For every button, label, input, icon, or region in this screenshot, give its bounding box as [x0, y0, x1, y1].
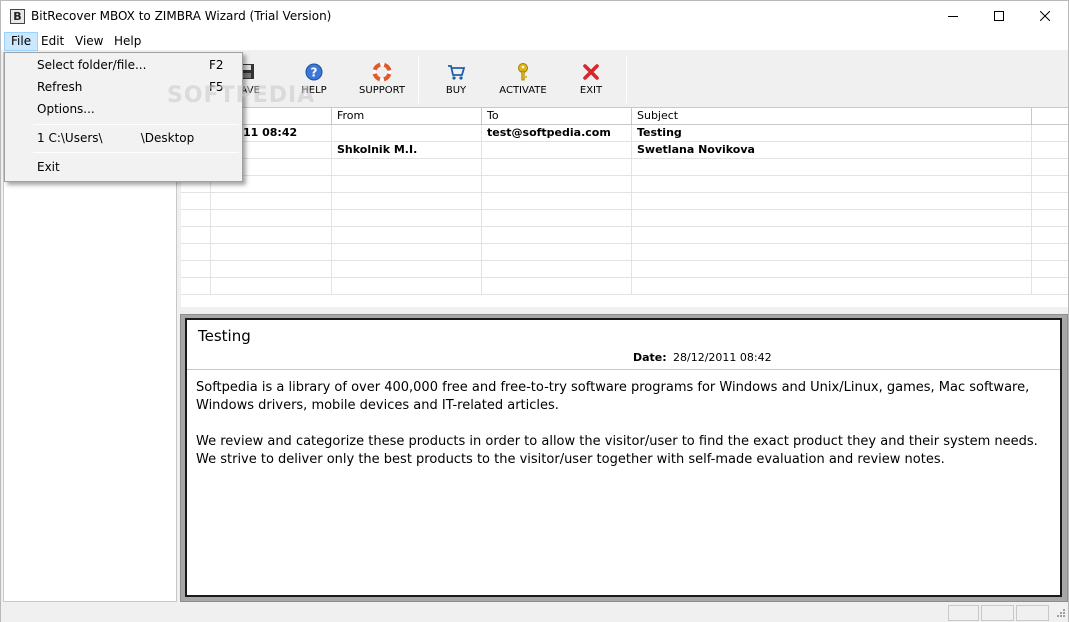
- menu-bar: File Edit View Help: [1, 31, 1068, 51]
- exit-button[interactable]: EXIT: [571, 62, 611, 102]
- toolbar-separator: [418, 55, 419, 103]
- preview-body: Softpedia is a library of over 400,000 f…: [196, 379, 1056, 487]
- buy-label: BUY: [445, 85, 467, 96]
- menu-item-select-folder[interactable]: Select folder/file... F2: [5, 54, 242, 76]
- preview-body-paragraph: Softpedia is a library of over 400,000 f…: [196, 380, 1030, 413]
- row-from-cell: [332, 125, 482, 142]
- status-panel: [1016, 605, 1049, 621]
- menu-item-refresh[interactable]: Refresh F5: [5, 76, 242, 98]
- menu-item-exit[interactable]: Exit: [5, 156, 242, 178]
- row-subject-cell: Testing: [632, 125, 1032, 142]
- toolbar-separator: [626, 55, 627, 103]
- row-from-cell: Shkolnik M.I.: [332, 142, 482, 159]
- svg-text:?: ?: [311, 66, 318, 80]
- status-bar: [1, 604, 1068, 622]
- activate-button[interactable]: ACTIVATE: [494, 62, 552, 102]
- preview-body-paragraph: We review and categorize these products …: [196, 434, 1038, 467]
- exit-label: EXIT: [579, 85, 603, 96]
- lifebuoy-icon: [372, 62, 392, 82]
- app-logo-icon: B: [10, 9, 25, 24]
- menu-edit[interactable]: Edit: [35, 32, 70, 51]
- file-menu-dropdown: Select folder/file... F2 Refresh F5 Opti…: [4, 52, 243, 182]
- empty-row: [181, 244, 1068, 261]
- column-header-subject[interactable]: Subject: [632, 108, 1032, 124]
- empty-row: [181, 227, 1068, 244]
- menu-item-shortcut: F5: [209, 80, 224, 94]
- menu-item-options[interactable]: Options...: [5, 98, 242, 120]
- buy-button[interactable]: BUY: [436, 62, 476, 102]
- help-icon: ?: [305, 63, 323, 81]
- menu-view[interactable]: View: [69, 32, 109, 51]
- activate-label: ACTIVATE: [499, 85, 547, 96]
- menu-item-recent-file[interactable]: 1 C:\Users\ \Desktop: [5, 127, 242, 149]
- menu-item-label: Refresh: [37, 80, 83, 94]
- menu-file[interactable]: File: [4, 32, 39, 51]
- close-icon: [1040, 11, 1050, 21]
- row-to-cell: [482, 142, 632, 159]
- menu-item-label: Options...: [37, 102, 95, 116]
- resize-grip-icon[interactable]: [1054, 608, 1066, 620]
- empty-row: [181, 210, 1068, 227]
- help-button[interactable]: ? HELP: [292, 62, 336, 102]
- empty-row: [181, 159, 1068, 176]
- preview-pane-frame: Testing Date: 28/12/2011 08:42 Softpedia…: [180, 314, 1068, 602]
- table-row[interactable]: Shkolnik M.I. Swetlana Novikova: [181, 142, 1068, 159]
- row-subject-cell: Swetlana Novikova: [632, 142, 1032, 159]
- close-button[interactable]: [1022, 1, 1068, 31]
- menu-item-label: Exit: [37, 160, 60, 174]
- row-to-cell: test@softpedia.com: [482, 125, 632, 142]
- minimize-icon: [948, 16, 958, 17]
- minimize-button[interactable]: [930, 1, 976, 31]
- table-row[interactable]: 2/2011 08:42 test@softpedia.com Testing: [181, 125, 1068, 142]
- app-window: B BitRecover MBOX to ZIMBRA Wizard (Tria…: [0, 0, 1069, 622]
- support-label: SUPPORT: [359, 85, 405, 96]
- column-header-from[interactable]: From: [332, 108, 482, 124]
- preview-subject: Testing: [198, 327, 251, 345]
- empty-row: [181, 261, 1068, 278]
- red-x-icon: [583, 64, 599, 80]
- cart-icon: [448, 65, 466, 80]
- help-label: HELP: [301, 85, 327, 96]
- key-icon: [518, 63, 528, 81]
- menu-help[interactable]: Help: [108, 32, 147, 51]
- support-button[interactable]: SUPPORT: [353, 62, 411, 102]
- menu-separator: [33, 152, 239, 153]
- preview-date-label: Date:: [633, 351, 667, 364]
- menu-item-label: 1 C:\Users\ \Desktop: [37, 131, 195, 145]
- window-title: BitRecover MBOX to ZIMBRA Wizard (Trial …: [31, 9, 332, 23]
- status-panel: [948, 605, 979, 621]
- preview-date-value: 28/12/2011 08:42: [673, 351, 772, 364]
- menu-separator: [33, 124, 239, 125]
- status-panel: [981, 605, 1014, 621]
- menu-item-label: Select folder/file...: [37, 58, 147, 72]
- maximize-icon: [994, 11, 1004, 21]
- preview-header: Testing Date: 28/12/2011 08:42: [187, 320, 1060, 370]
- title-bar: B BitRecover MBOX to ZIMBRA Wizard (Tria…: [1, 1, 1068, 31]
- empty-row: [181, 176, 1068, 193]
- grid-header: From To Subject: [181, 108, 1068, 125]
- empty-row: [181, 193, 1068, 210]
- menu-item-shortcut: F2: [209, 58, 224, 72]
- message-list-grid[interactable]: From To Subject 2/2011 08:42 test@softpe…: [181, 107, 1068, 307]
- column-header-to[interactable]: To: [482, 108, 632, 124]
- toolbar: SAVE ? HELP SUPPORT BUY ACTIVATE EXIT: [181, 52, 1068, 105]
- message-preview[interactable]: Testing Date: 28/12/2011 08:42 Softpedia…: [185, 318, 1062, 597]
- maximize-button[interactable]: [976, 1, 1022, 31]
- empty-row: [181, 278, 1068, 295]
